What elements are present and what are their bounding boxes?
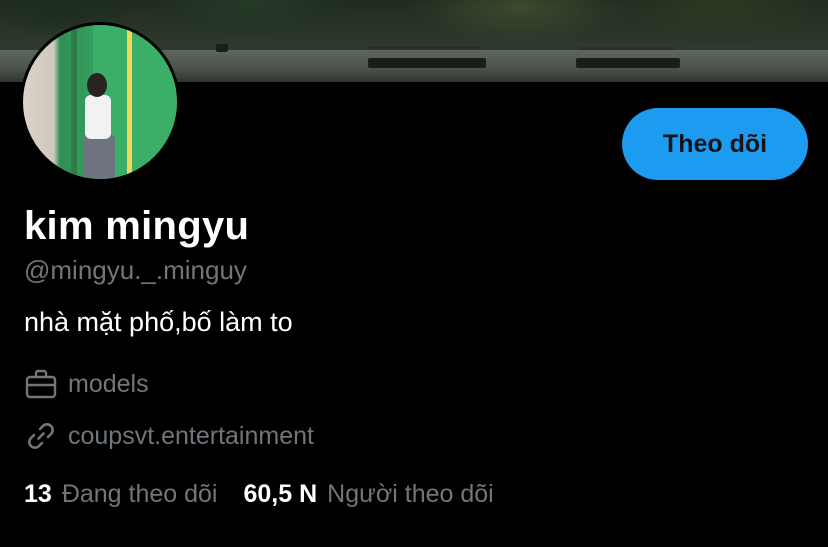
banner-boat bbox=[368, 58, 486, 68]
banner-boat bbox=[576, 58, 680, 68]
followers-label[interactable]: Người theo dõi bbox=[327, 480, 494, 509]
profile-work: models bbox=[24, 367, 149, 401]
profile-handle: @mingyu._.minguy bbox=[24, 255, 247, 285]
banner-boat-small bbox=[216, 44, 228, 52]
follow-button[interactable]: Theo dõi bbox=[622, 108, 808, 180]
briefcase-icon bbox=[24, 367, 58, 401]
profile-name: kim mingyu bbox=[24, 204, 250, 248]
link-icon bbox=[24, 419, 58, 453]
profile-stats: 13 Đang theo dõi 60,5 N Người theo dõi bbox=[24, 480, 520, 509]
profile-work-text: models bbox=[68, 369, 149, 398]
avatar-person bbox=[87, 73, 107, 97]
banner-boat-roof bbox=[368, 46, 480, 49]
profile-link-text[interactable]: coupsvt.entertainment bbox=[68, 422, 314, 451]
avatar-frame bbox=[127, 25, 132, 179]
avatar-frame bbox=[71, 25, 77, 179]
profile-bio: nhà mặt phố,bố làm to bbox=[24, 307, 293, 337]
following-count[interactable]: 13 bbox=[24, 480, 52, 509]
banner-boat-roof bbox=[578, 47, 674, 50]
avatar[interactable] bbox=[20, 22, 180, 182]
following-label[interactable]: Đang theo dõi bbox=[62, 480, 218, 509]
profile-link[interactable]: coupsvt.entertainment bbox=[24, 419, 314, 453]
avatar-person bbox=[83, 135, 115, 179]
avatar-person bbox=[85, 95, 111, 139]
followers-count[interactable]: 60,5 N bbox=[244, 480, 318, 509]
